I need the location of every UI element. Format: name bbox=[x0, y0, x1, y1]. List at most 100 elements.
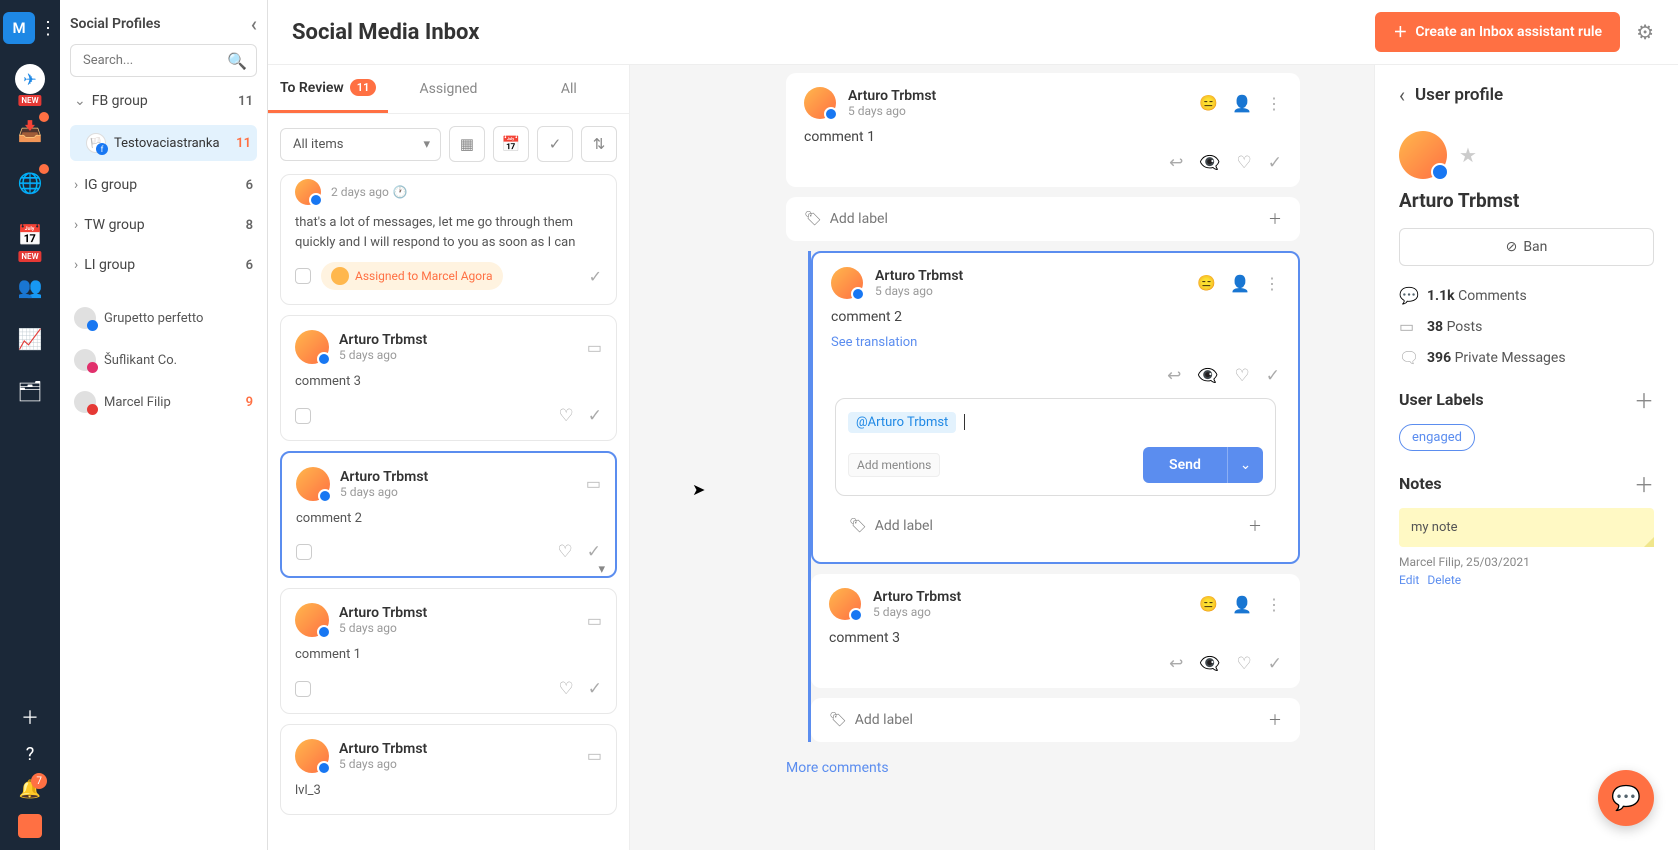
nav-analytics[interactable]: 📈 bbox=[13, 322, 47, 356]
nav-listening[interactable]: 🌐 bbox=[13, 166, 47, 200]
select-checkbox[interactable] bbox=[295, 408, 311, 424]
reply-icon[interactable]: ↩ bbox=[1167, 366, 1181, 386]
add-button[interactable]: ＋ bbox=[21, 704, 39, 730]
hide-icon[interactable]: 👁‍🗨 bbox=[1199, 654, 1220, 674]
ban-button[interactable]: ⊘Ban bbox=[1399, 228, 1654, 266]
select-checkbox[interactable] bbox=[295, 268, 311, 284]
reply-icon[interactable]: ↩ bbox=[1169, 654, 1183, 674]
mark-done-icon[interactable]: ✓ bbox=[1268, 654, 1282, 674]
profile-grupetto[interactable]: Grupetto perfetto bbox=[70, 301, 257, 335]
assign-icon[interactable]: 👤 bbox=[1232, 595, 1252, 614]
group-li[interactable]: ›LI group 6 bbox=[70, 249, 257, 281]
profile-testovaciastranka[interactable]: 🏳️fTestovaciastranka 11 bbox=[70, 125, 257, 161]
back-icon[interactable]: ‹ bbox=[1399, 83, 1405, 107]
like-icon[interactable]: ♡ bbox=[559, 679, 574, 699]
add-note-icon[interactable]: ＋ bbox=[1634, 469, 1654, 498]
group-ig[interactable]: ›IG group 6 bbox=[70, 169, 257, 201]
chevron-right-icon: › bbox=[74, 177, 78, 193]
select-checkbox[interactable] bbox=[296, 544, 312, 560]
send-button[interactable]: Send bbox=[1143, 447, 1227, 483]
avatar-icon bbox=[74, 349, 96, 371]
settings-icon[interactable]: ⚙ bbox=[1636, 20, 1654, 44]
profile-suflikant[interactable]: Šuflikant Co. bbox=[70, 343, 257, 377]
filter-sort-button[interactable]: ⇅ bbox=[581, 126, 617, 162]
mention-chip[interactable]: @Arturo Trbmst bbox=[848, 412, 956, 433]
hide-icon[interactable]: 👁‍🗨 bbox=[1199, 153, 1220, 173]
card-time: 5 days ago bbox=[339, 621, 577, 635]
filter-type-select[interactable]: All items bbox=[280, 128, 441, 161]
help-button[interactable]: ? bbox=[26, 744, 35, 765]
sentiment-icon[interactable]: 😑 bbox=[1199, 94, 1218, 112]
profile-marcel[interactable]: Marcel Filip9 bbox=[70, 385, 257, 419]
nav-publish[interactable]: ✈NEW bbox=[13, 62, 47, 96]
like-icon[interactable]: ♡ bbox=[1237, 153, 1252, 173]
more-icon[interactable]: ⋮ bbox=[1266, 94, 1282, 113]
group-label: IG group bbox=[84, 177, 137, 193]
like-icon[interactable]: ♡ bbox=[559, 406, 574, 426]
card-time: 5 days ago bbox=[339, 348, 577, 362]
mark-done-icon[interactable]: ✓ bbox=[1266, 366, 1280, 386]
inbox-card[interactable]: Arturo Trbmst5 days ago▭ comment 1 ♡✓ bbox=[280, 588, 617, 714]
select-checkbox[interactable] bbox=[295, 681, 311, 697]
workspace-menu-icon[interactable]: ⋮ bbox=[39, 18, 57, 39]
notifications-button[interactable]: 🔔7 bbox=[19, 779, 41, 800]
mark-done-icon[interactable]: ✓ bbox=[588, 406, 602, 426]
create-rule-button[interactable]: ＋Create an Inbox assistant rule bbox=[1375, 12, 1620, 52]
plus-icon: ＋ bbox=[1248, 516, 1262, 536]
reply-icon[interactable]: ↩ bbox=[1169, 153, 1183, 173]
like-icon[interactable]: ♡ bbox=[1235, 366, 1250, 386]
mark-done-icon[interactable]: ✓ bbox=[589, 267, 602, 286]
workspace-avatar[interactable]: M bbox=[3, 12, 35, 44]
add-mentions-button[interactable]: Add mentions bbox=[848, 453, 940, 477]
assign-icon[interactable]: 👤 bbox=[1232, 94, 1252, 113]
nav-audiences[interactable]: 👥 bbox=[13, 270, 47, 304]
mark-done-icon[interactable]: ✓ bbox=[1268, 153, 1282, 173]
like-icon[interactable]: ♡ bbox=[1237, 654, 1252, 674]
page-icon: 🏳️f bbox=[86, 133, 106, 153]
reply-composer[interactable]: @Arturo Trbmst Add mentions Send ⌄ bbox=[835, 398, 1276, 496]
tab-all[interactable]: All bbox=[509, 65, 629, 113]
filter-layout-button[interactable]: ▦ bbox=[449, 126, 485, 162]
more-comments-link[interactable]: More comments bbox=[786, 752, 1300, 784]
more-icon[interactable]: ⋮ bbox=[1266, 595, 1282, 614]
inbox-card[interactable]: 2 days ago 🕐 that's a lot of messages, l… bbox=[280, 174, 617, 305]
notif-dot bbox=[39, 112, 49, 122]
nav-inbox[interactable]: 📥 bbox=[13, 114, 47, 148]
add-label-row[interactable]: 🏷Add label＋ bbox=[786, 197, 1300, 241]
send-dropdown-button[interactable]: ⌄ bbox=[1227, 447, 1263, 483]
favorite-star-icon[interactable]: ★ bbox=[1459, 143, 1477, 167]
assign-icon[interactable]: 👤 bbox=[1230, 274, 1250, 293]
intercom-chat-button[interactable]: 💬 bbox=[1598, 770, 1654, 826]
note-edit-link[interactable]: Edit bbox=[1399, 573, 1419, 587]
add-label-text: Add label bbox=[875, 518, 933, 534]
add-label-icon[interactable]: ＋ bbox=[1634, 385, 1654, 414]
facebook-badge-icon bbox=[87, 320, 98, 331]
inbox-card-selected[interactable]: Arturo Trbmst5 days ago▭ comment 2 ♡✓ bbox=[280, 451, 617, 579]
note-delete-link[interactable]: Delete bbox=[1427, 573, 1461, 587]
collapse-panel-icon[interactable]: ‹ bbox=[251, 12, 257, 36]
group-fb[interactable]: ⌄FB group 11 bbox=[70, 85, 257, 117]
inbox-card[interactable]: Arturo Trbmst5 days ago▭ lvl_3 bbox=[280, 724, 617, 816]
inbox-card[interactable]: Arturo Trbmst5 days ago▭ comment 3 ♡✓ bbox=[280, 315, 617, 441]
mark-done-icon[interactable]: ✓ bbox=[587, 542, 601, 562]
sentiment-icon[interactable]: 😑 bbox=[1199, 595, 1218, 613]
mark-done-icon[interactable]: ✓ bbox=[588, 679, 602, 699]
group-tw[interactable]: ›TW group 8 bbox=[70, 209, 257, 241]
nav-calendar[interactable]: 📅NEW bbox=[13, 218, 47, 252]
hide-icon[interactable]: 👁‍🗨 bbox=[1197, 366, 1218, 386]
filter-status-button[interactable]: ✓ bbox=[537, 126, 573, 162]
sentiment-icon[interactable]: 😑 bbox=[1197, 274, 1216, 292]
apps-button[interactable] bbox=[18, 814, 42, 838]
tab-label: To Review bbox=[280, 80, 344, 96]
user-label-chip[interactable]: engaged bbox=[1399, 424, 1475, 451]
like-icon[interactable]: ♡ bbox=[558, 542, 573, 562]
more-icon[interactable]: ⋮ bbox=[1264, 274, 1280, 293]
filter-date-button[interactable]: 📅 bbox=[493, 126, 529, 162]
nav-library[interactable]: 🗂 bbox=[13, 374, 47, 408]
tab-to-review[interactable]: To Review11 bbox=[268, 65, 388, 113]
add-label-row[interactable]: 🏷Add label＋ bbox=[831, 504, 1280, 548]
add-label-row[interactable]: 🏷Add label＋ bbox=[811, 698, 1300, 742]
tab-assigned[interactable]: Assigned bbox=[388, 65, 508, 113]
see-translation-link[interactable]: See translation bbox=[831, 335, 917, 350]
profile-name: Grupetto perfetto bbox=[104, 311, 203, 326]
